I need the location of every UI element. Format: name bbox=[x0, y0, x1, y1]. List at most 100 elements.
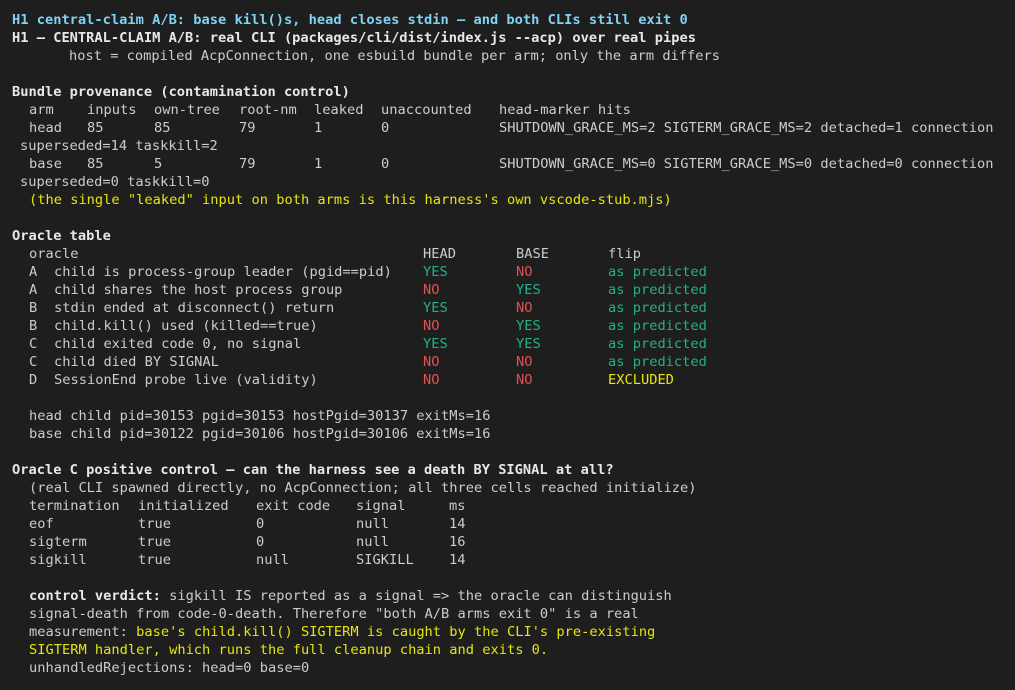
oracle-head-value: NO bbox=[423, 318, 440, 334]
control-initialized: true bbox=[138, 516, 171, 532]
oracle-row: D SessionEnd probe live (validity) NO NO EXC… bbox=[12, 371, 1015, 389]
oracle-base-value: YES bbox=[516, 282, 541, 298]
oracle-label: SessionEnd probe live (validity) bbox=[54, 372, 318, 388]
terminal-output: H1 central-claim A/B: base kill()s, head… bbox=[0, 0, 1015, 690]
col-initialized: initialized bbox=[138, 498, 229, 514]
control-verdict-line1: control verdict: sigkill IS reported as … bbox=[29, 588, 672, 604]
control-rows: eof true 0 null 14 sigterm true 0 null 16 sigkill t… bbox=[12, 515, 1015, 569]
control-ms: 14 bbox=[449, 552, 466, 568]
control-signal: null bbox=[356, 516, 389, 532]
provenance-row-base: base 85 5 79 1 0 SHUTDOWN_GRACE_MS=0 SIG… bbox=[29, 156, 994, 172]
oracle-head-value: YES bbox=[423, 264, 448, 280]
oracle-head-value: YES bbox=[423, 300, 448, 316]
col-flip: flip bbox=[608, 246, 641, 262]
control-row: sigkill true null SIGKILL 14 bbox=[12, 551, 1015, 569]
oracle-row: Achild shares the host process group NO YE… bbox=[12, 281, 1015, 299]
oracle-id: C bbox=[29, 354, 38, 370]
oracle-heading: Oracle table bbox=[12, 228, 111, 244]
oracle-label: child.kill() used (killed==true) bbox=[54, 318, 318, 334]
provenance-row-head-wrap: superseded=14 taskkill=2 bbox=[20, 138, 218, 154]
oracle-flip-value: as predicted bbox=[608, 300, 707, 316]
oracle-label: child exited code 0, no signal bbox=[54, 336, 302, 352]
control-signal: SIGKILL bbox=[356, 552, 414, 568]
col-leaked: leaked bbox=[314, 102, 364, 118]
control-initialized: true bbox=[138, 534, 171, 550]
control-row: eof true 0 null 14 bbox=[12, 515, 1015, 533]
control-verdict-line2: signal-death from code-0-death. Therefor… bbox=[29, 606, 639, 622]
provenance-heading: Bundle provenance (contamination control… bbox=[12, 84, 350, 100]
oracle-id: D bbox=[29, 372, 38, 388]
provenance-header-row: arm inputs own-tree root-nm leaked unacc… bbox=[12, 101, 1015, 119]
col-termination: termination bbox=[29, 498, 120, 514]
oracle-flip-value: as predicted bbox=[608, 354, 707, 370]
control-termination: sigkill bbox=[29, 552, 87, 568]
control-row: sigterm true 0 null 16 bbox=[12, 533, 1015, 551]
oracle-flip-value: EXCLUDED bbox=[608, 372, 674, 388]
col-base: BASE bbox=[516, 246, 549, 262]
provenance-note: (the single "leaked" input on both arms … bbox=[29, 192, 672, 208]
oracle-base-value: YES bbox=[516, 318, 541, 334]
col-head-marker-hits: head-marker hits bbox=[499, 102, 631, 118]
oracle-id: B bbox=[29, 300, 38, 316]
provenance-row-head: head 85 85 79 1 0 SHUTDOWN_GRACE_MS=2 SI… bbox=[29, 120, 994, 136]
oracle-flip-value: as predicted bbox=[608, 282, 707, 298]
unhandled-rejections: unhandledRejections: head=0 base=0 bbox=[29, 660, 310, 676]
oracle-head-value: NO bbox=[423, 282, 440, 298]
oracle-header-row: oracle HEAD BASE flip bbox=[12, 245, 1015, 263]
control-signal: null bbox=[356, 534, 389, 550]
provenance-row-base-wrap: superseded=0 taskkill=0 bbox=[20, 174, 210, 190]
oracle-head-value: NO bbox=[423, 372, 440, 388]
oracle-base-value: NO bbox=[516, 300, 533, 316]
col-oracle: oracle bbox=[29, 246, 79, 262]
col-unaccounted: unaccounted bbox=[381, 102, 472, 118]
oracle-id: A bbox=[29, 282, 38, 298]
report-subtitle: H1 — CENTRAL-CLAIM A/B: real CLI (packag… bbox=[12, 30, 696, 46]
oracle-flip-value: as predicted bbox=[608, 264, 707, 280]
control-ms: 14 bbox=[449, 516, 466, 532]
control-exit-code: 0 bbox=[256, 516, 265, 532]
oracle-row: Bstdin ended at disconnect() return YES NO… bbox=[12, 299, 1015, 317]
head-pid-line: head child pid=30153 pgid=30153 hostPgid… bbox=[29, 408, 491, 424]
oracle-base-value: NO bbox=[516, 372, 533, 388]
control-termination: eof bbox=[29, 516, 54, 532]
col-arm: arm bbox=[29, 102, 54, 118]
oracle-row: Cchild died BY SIGNAL NO NO as predicted bbox=[12, 353, 1015, 371]
control-verdict-line3: measurement: base's child.kill() SIGTERM… bbox=[29, 624, 656, 640]
col-ms: ms bbox=[449, 498, 466, 514]
oracle-flip-value: as predicted bbox=[608, 318, 707, 334]
control-verdict-line4: SIGTERM handler, which runs the full cle… bbox=[29, 642, 549, 658]
oracle-base-value: NO bbox=[516, 264, 533, 280]
oracle-id: A bbox=[29, 264, 38, 280]
host-description: host = compiled AcpConnection, one esbui… bbox=[69, 48, 721, 64]
oracle-rows: Achild is process-group leader (pgid==pi… bbox=[12, 263, 1015, 389]
report-title: H1 central-claim A/B: base kill()s, head… bbox=[12, 12, 688, 28]
control-ms: 16 bbox=[449, 534, 466, 550]
base-pid-line: base child pid=30122 pgid=30106 hostPgid… bbox=[29, 426, 491, 442]
col-root-nm: root-nm bbox=[239, 102, 297, 118]
col-exit-code: exit code bbox=[256, 498, 331, 514]
col-own-tree: own-tree bbox=[154, 102, 220, 118]
control-initialized: true bbox=[138, 552, 171, 568]
control-exit-code: null bbox=[256, 552, 289, 568]
col-signal: signal bbox=[356, 498, 406, 514]
col-inputs: inputs bbox=[87, 102, 137, 118]
oracle-id: B bbox=[29, 318, 38, 334]
oracle-row: Achild is process-group leader (pgid==pi… bbox=[12, 263, 1015, 281]
oracle-flip-value: as predicted bbox=[608, 336, 707, 352]
control-header-row: termination initialized exit code signal… bbox=[12, 497, 1015, 515]
oracle-label: stdin ended at disconnect() return bbox=[54, 300, 335, 316]
oracle-label: child shares the host process group bbox=[54, 282, 343, 298]
oracle-head-value: NO bbox=[423, 354, 440, 370]
control-termination: sigterm bbox=[29, 534, 87, 550]
oracle-base-value: NO bbox=[516, 354, 533, 370]
oracle-label: child is process-group leader (pgid==pid… bbox=[54, 264, 392, 280]
oracle-row: Cchild exited code 0, no signal YES YES as … bbox=[12, 335, 1015, 353]
oracle-head-value: YES bbox=[423, 336, 448, 352]
oracle-id: C bbox=[29, 336, 38, 352]
control-exit-code: 0 bbox=[256, 534, 265, 550]
control-verdict-label: control verdict: bbox=[29, 588, 161, 604]
oracle-base-value: YES bbox=[516, 336, 541, 352]
oracle-row: Bchild.kill() used (killed==true) NO YES as… bbox=[12, 317, 1015, 335]
oracle-label: child died BY SIGNAL bbox=[54, 354, 219, 370]
control-subheading: (real CLI spawned directly, no AcpConnec… bbox=[29, 480, 697, 496]
